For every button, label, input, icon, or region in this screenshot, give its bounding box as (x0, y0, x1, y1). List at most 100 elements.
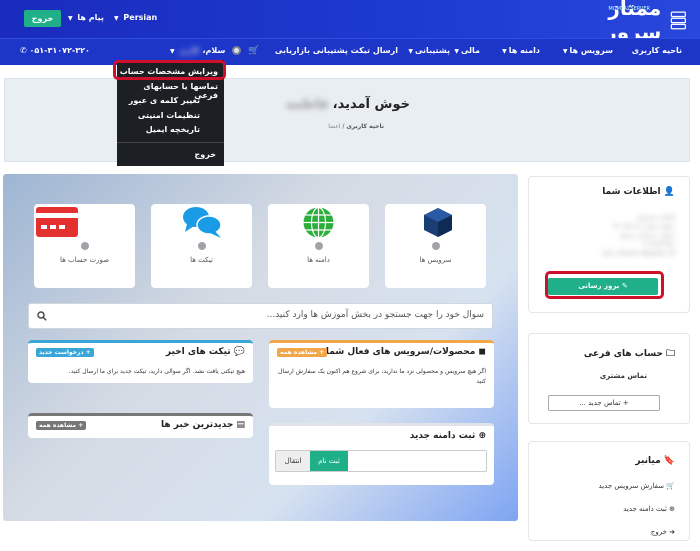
contacts-subtitle: تماس مشتری (599, 372, 647, 380)
logo[interactable]: ممتاز سرور MOMTAZSERVER (560, 0, 690, 44)
arrow-right-icon: ➜ (669, 528, 675, 536)
breadcrumb-current[interactable]: ناحیه کاربری (346, 123, 384, 130)
tile-dot-icon (80, 242, 89, 250)
tile-services[interactable]: سرویس ها (385, 204, 486, 288)
globe-icon: ⊕ (669, 505, 675, 513)
panel-title: 💬 تیکت های اخیر (166, 347, 245, 357)
info-line: مشهد، خراسان رضوی (619, 232, 675, 239)
messages-label: پیام ها (77, 13, 104, 22)
view-all-news-button[interactable]: + مشاهده همه (36, 421, 87, 430)
chevron-down-icon: ▼ (502, 48, 507, 55)
folder-icon: 🗀 (665, 349, 675, 359)
knowledgebase-search[interactable]: سوال خود را جهت جستجو در بخش آموزش ها وا… (28, 303, 493, 329)
chevron-down-icon: ▼ (408, 48, 413, 55)
sidebar-title: 👤 اطلاعات شما (602, 187, 675, 197)
server-logo-icon (671, 11, 687, 30)
card-icon (36, 207, 78, 237)
panel-text: هیچ تیکتی یافت نشد. اگر سوالی دارید، تیک… (68, 368, 245, 375)
tile-domains[interactable]: دامنه ها (268, 204, 369, 288)
tile-label: سرویس ها (419, 256, 452, 264)
sidebar-title-text: میانبر (635, 456, 661, 466)
notification-icon[interactable] (232, 46, 241, 55)
language-label: Persian (123, 13, 158, 22)
tile-tickets[interactable]: تیکت ها (151, 204, 252, 288)
exit-button[interactable]: خروج (24, 10, 61, 27)
welcome-user-name: فاطمه (285, 97, 329, 112)
nav-item-domains[interactable]: دامنه ها▼ (502, 46, 540, 55)
newspaper-icon: ▤ (236, 420, 245, 430)
chevron-down-icon: ▼ (114, 15, 119, 22)
info-line: Iran, Islamic Republic Of (602, 250, 675, 257)
globe-icon: ⊕ (478, 431, 486, 441)
language-menu[interactable]: Persian ▼ (114, 13, 157, 22)
cart-icon[interactable]: 🛒 (248, 46, 259, 56)
shortcut-logout[interactable]: ➜ خروج (651, 528, 675, 536)
new-contact-button[interactable]: + تماس جدید ... (548, 395, 660, 411)
logo-subtext: MOMTAZSERVER (608, 6, 650, 12)
user-menu[interactable]: سلام، کاربر ▼ (170, 46, 225, 55)
breadcrumb-home[interactable]: اعضا (328, 123, 340, 130)
nav-label: دامنه ها (508, 46, 540, 55)
menu-item-change-password[interactable]: تغییر کلمه ی عبور (129, 96, 200, 105)
search-icon[interactable] (37, 311, 47, 321)
transfer-button[interactable]: انتقال (276, 451, 310, 471)
highlight-update-button (545, 271, 664, 299)
tile-label: صورت حساب ها (59, 256, 110, 264)
nav-item-dashboard[interactable]: ناحیه کاربری (632, 46, 682, 55)
shortcut-register-domain[interactable]: ⊕ ثبت دامنه جدید (623, 505, 675, 513)
info-line: فاطمه حسینیان (636, 214, 675, 221)
info-line: ۹۱۸۳۷۴۲۶۵۱ (642, 241, 675, 248)
panel-title-text: تیکت های اخیر (165, 347, 231, 357)
messages-menu[interactable]: پیام ها ▼ (68, 13, 104, 22)
cart-icon: 🛒 (666, 482, 675, 490)
globe-icon (303, 206, 334, 239)
comments-icon: 💬 (233, 347, 245, 357)
tile-label: دامنه ها (307, 256, 330, 264)
cube-icon: ◼ (478, 347, 486, 357)
chevron-down-icon: ▼ (562, 48, 568, 55)
menu-item-security[interactable]: تنظیمات امنیتی (138, 111, 200, 120)
user-info: فاطمه حسینیان مشهد خیابان احمدآباد ۳۴ مش… (602, 213, 675, 258)
highlight-edit-account (113, 60, 226, 80)
menu-item-email-history[interactable]: تاریخچه ایمیل (146, 125, 200, 134)
search-input[interactable]: سوال خود را جهت جستجو در بخش آموزش ها وا… (267, 310, 484, 320)
chevron-down-icon: ▼ (454, 48, 459, 55)
tile-dot-icon (314, 242, 323, 250)
panel-title-text: ثبت دامنه جدید (409, 431, 476, 441)
sidebar-shortcuts: 🔖 میانبر 🛒 سفارش سرویس جدید ⊕ ثبت دامنه … (528, 441, 690, 541)
view-all-button[interactable]: + مشاهده همه (277, 348, 328, 357)
chevron-down-icon: ▼ (68, 15, 73, 22)
tile-dot-icon (197, 242, 206, 250)
menu-item-logout[interactable]: خروج (195, 150, 216, 159)
tile-invoices[interactable]: صورت حساب ها (34, 204, 135, 288)
panel-title-text: جدیدترین خبر ها (160, 420, 234, 430)
breadcrumb: ناحیه کاربری / اعضا (328, 123, 384, 130)
shortcut-label: خروج (650, 528, 667, 536)
info-line: مشهد خیابان احمدآباد ۳۴ (613, 223, 675, 230)
tile-label: تیکت ها (190, 256, 213, 264)
sidebar-contacts: 🗀 حساب های فرعی تماس مشتری + تماس جدید .… (528, 333, 690, 424)
panel-title: ◼ محصولات/سرویس های فعال شما (326, 347, 486, 357)
nav-item-affiliates[interactable]: بازاریابی (275, 46, 310, 55)
phone-icon: ✆ (20, 46, 27, 55)
sidebar-title: 🔖 میانبر (635, 456, 675, 466)
welcome-text: خوش آمدید، (332, 97, 410, 112)
nav-item-services[interactable]: سرویس ها▼ (563, 46, 613, 55)
panel-title: ⊕ ثبت دامنه جدید (410, 431, 486, 441)
menu-divider (117, 142, 224, 143)
nav-label: مالی (460, 46, 480, 55)
nav-item-open-ticket[interactable]: ارسال تیکت پشتیبانی (313, 46, 398, 55)
chevron-down-icon: ▼ (170, 48, 175, 55)
nav-label: سرویس ها (569, 46, 613, 55)
panel-recent-tickets: 💬 تیکت های اخیر + درخواست جدید هیچ تیکتی… (28, 340, 253, 383)
register-button[interactable]: ثبت نام (310, 451, 348, 471)
nav-item-billing[interactable]: مالی▼ (454, 46, 480, 55)
sidebar-title-text: اطلاعات شما (602, 187, 661, 197)
nav-item-support[interactable]: پشتیبانی▼ (408, 46, 450, 55)
new-ticket-button[interactable]: + درخواست جدید (36, 348, 94, 357)
shortcut-order-service[interactable]: 🛒 سفارش سرویس جدید (599, 482, 675, 490)
shortcut-label: ثبت دامنه جدید (623, 505, 667, 513)
box-icon (424, 208, 452, 237)
panel-title-text: محصولات/سرویس های فعال شما (325, 347, 476, 357)
greeting-label: سلام، (202, 46, 226, 55)
